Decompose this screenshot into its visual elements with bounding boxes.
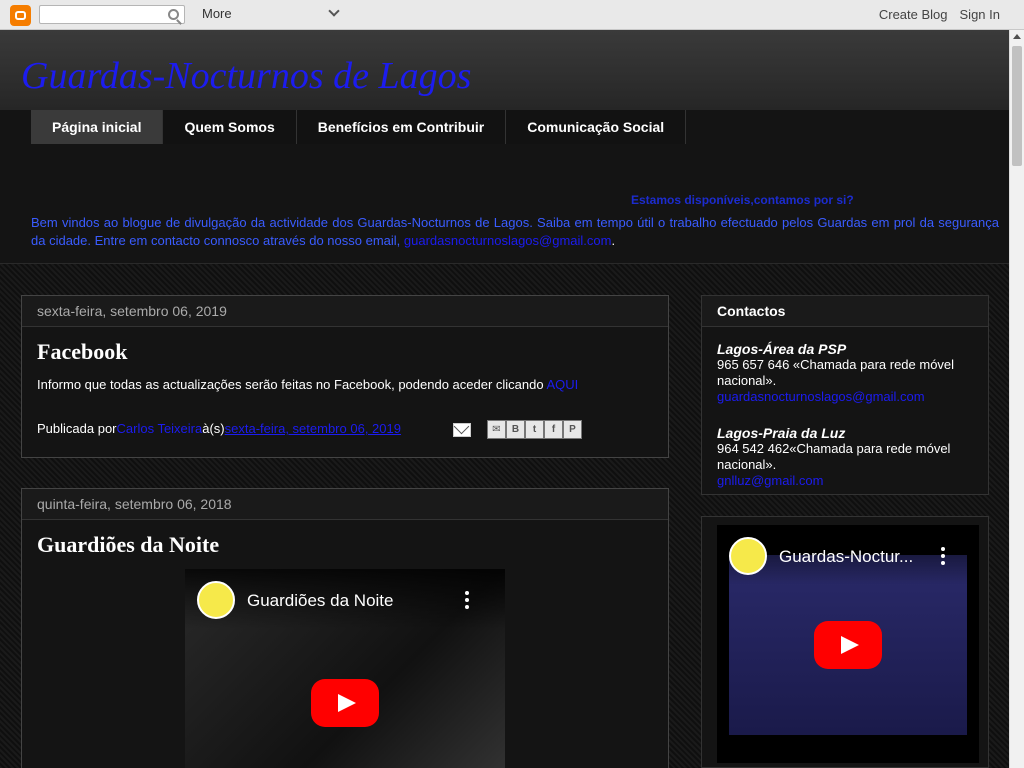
- widget-title: Contactos: [702, 296, 988, 327]
- blog-title[interactable]: Guardas-Nocturnos de Lagos: [21, 54, 471, 98]
- post-body: Informo que todas as actualizações serão…: [37, 377, 579, 392]
- more-options-icon[interactable]: [941, 547, 945, 565]
- video-widget: Guardas-Noctur...: [701, 516, 989, 768]
- contact-phone: 965 657 646 «Chamada para rede móvel nac…: [717, 357, 955, 388]
- play-button[interactable]: [311, 679, 379, 727]
- video-title[interactable]: Guardas-Noctur...: [779, 547, 913, 567]
- tab-quem-somos[interactable]: Quem Somos: [163, 110, 297, 144]
- play-button[interactable]: [814, 621, 882, 669]
- contact-phone: 964 542 462«Chamada para rede móvel naci…: [717, 441, 951, 472]
- blogger-navbar: More Create Blog Sign In: [0, 0, 1024, 30]
- post-title[interactable]: Guardiões da Noite: [22, 532, 668, 558]
- sign-in-link[interactable]: Sign In: [960, 7, 1000, 22]
- video-embed[interactable]: Guardiões da Noite: [185, 569, 505, 768]
- search-icon[interactable]: [168, 9, 179, 20]
- facebook-share-icon[interactable]: f: [544, 420, 563, 439]
- aqui-link[interactable]: AQUI: [547, 377, 579, 392]
- pinterest-share-icon[interactable]: P: [563, 420, 582, 439]
- chevron-down-icon[interactable]: [328, 5, 340, 17]
- create-blog-link[interactable]: Create Blog: [879, 7, 948, 22]
- post-guardioes: quinta-feira, setembro 06, 2018 Guardiõe…: [21, 488, 669, 768]
- page-tabs: Página inicial Quem Somos Benefícios em …: [0, 110, 1009, 144]
- email-post-icon[interactable]: [453, 423, 471, 437]
- post-facebook: sexta-feira, setembro 06, 2019 Facebook …: [21, 295, 669, 458]
- channel-avatar[interactable]: [197, 581, 235, 619]
- contact-email-link[interactable]: gnlluz@gmail.com: [717, 473, 973, 489]
- post-title[interactable]: Facebook: [22, 339, 668, 365]
- description-text: Bem vindos ao blogue de divulgação da ac…: [31, 215, 999, 248]
- contact-name: Lagos-Praia da Luz: [717, 425, 846, 441]
- author-link[interactable]: Carlos Teixeira: [117, 421, 203, 436]
- video-title[interactable]: Guardiões da Noite: [247, 591, 393, 611]
- more-options-icon[interactable]: [465, 591, 469, 609]
- more-dropdown[interactable]: More: [202, 6, 232, 21]
- email-link[interactable]: guardasnocturnoslagos@gmail.com: [404, 233, 612, 248]
- tab-pagina-inicial[interactable]: Página inicial: [31, 110, 164, 144]
- tab-comunicacao-social[interactable]: Comunicação Social: [506, 110, 687, 144]
- post-timestamp-link[interactable]: sexta-feira, setembro 06, 2019: [225, 421, 401, 436]
- scrollbar-thumb[interactable]: [1012, 46, 1022, 166]
- tab-beneficios[interactable]: Benefícios em Contribuir: [296, 110, 507, 144]
- blog-header: Guardas-Nocturnos de Lagos: [0, 30, 1009, 110]
- contacts-widget: Contactos Lagos-Área da PSP 965 657 646 …: [701, 295, 989, 495]
- twitter-share-icon[interactable]: t: [525, 420, 544, 439]
- marquee-text: Estamos disponíveis,contamos por si?: [631, 193, 854, 207]
- contact-email-link[interactable]: guardasnocturnoslagos@gmail.com: [717, 389, 973, 405]
- contact-name: Lagos-Área da PSP: [717, 341, 847, 357]
- channel-avatar[interactable]: [729, 537, 767, 575]
- search-input[interactable]: [39, 5, 185, 24]
- video-embed[interactable]: Guardas-Noctur...: [717, 525, 979, 763]
- blogger-logo-icon[interactable]: [10, 5, 31, 26]
- post-date: quinta-feira, setembro 06, 2018: [22, 489, 668, 520]
- blog-description: Estamos disponíveis,contamos por si? Bem…: [0, 144, 1009, 264]
- email-share-icon[interactable]: ✉: [487, 420, 506, 439]
- scrollbar[interactable]: [1009, 30, 1024, 768]
- share-bar: ✉ B t f P: [487, 420, 582, 439]
- post-date: sexta-feira, setembro 06, 2019: [22, 296, 668, 327]
- blogger-share-icon[interactable]: B: [506, 420, 525, 439]
- scroll-up-icon[interactable]: [1013, 34, 1021, 39]
